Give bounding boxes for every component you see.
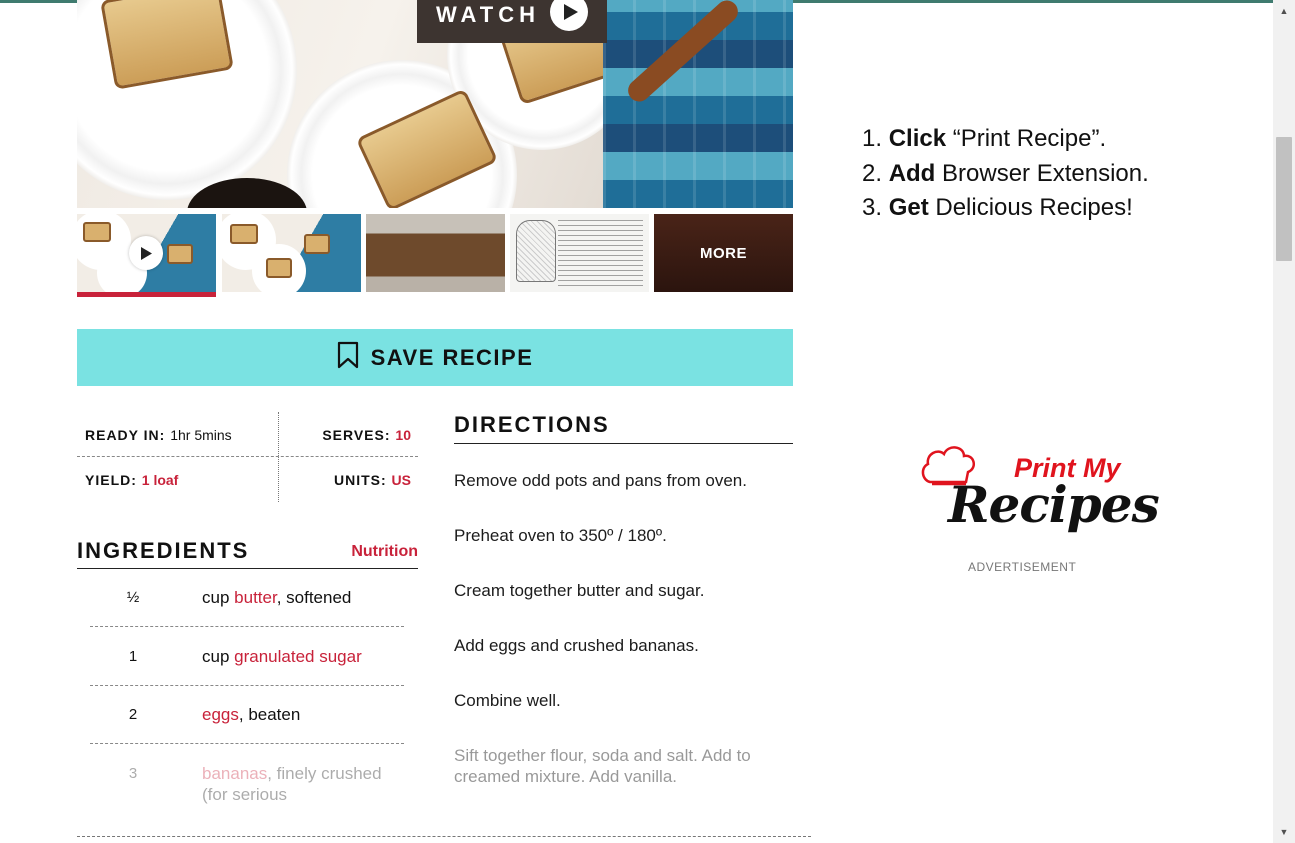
illustration-figure — [516, 220, 556, 282]
play-icon — [129, 236, 163, 270]
ingredient-row: ½ cup butter, softened — [90, 569, 404, 627]
meta-divider — [278, 412, 279, 502]
direction-step: Sift together flour, soda and salt. Add … — [454, 746, 751, 786]
active-thumbnail-indicator — [77, 292, 216, 297]
nutrition-link[interactable]: Nutrition — [351, 543, 418, 561]
ingredient-link[interactable]: granulated sugar — [234, 647, 362, 666]
photo-thumbnail-strip: MORE — [77, 214, 793, 298]
thumbnail-more[interactable]: MORE — [654, 214, 793, 292]
section-divider — [77, 836, 811, 837]
serves-value[interactable]: 10 — [395, 427, 411, 443]
bread-slice — [83, 222, 111, 242]
yield-label: YIELD: — [85, 472, 137, 488]
ingredient-link[interactable]: eggs — [202, 705, 239, 724]
ingredient-row: 3 bananas, finely crushed (for serious — [90, 745, 404, 805]
directions-header: DIRECTIONS — [454, 412, 793, 444]
ingredient-quantity: 3 — [128, 765, 138, 782]
thumbnail-photo[interactable] — [222, 214, 361, 292]
yield-info: YIELD: 1 loaf — [85, 472, 178, 488]
scroll-down-arrow-icon[interactable]: ▼ — [1273, 823, 1295, 841]
serves-info: SERVES: 10 — [322, 427, 411, 443]
ad-step-number: 3. — [862, 194, 883, 221]
ingredient-quantity: 2 — [128, 706, 138, 723]
ingredient-unit: cup — [202, 588, 230, 607]
ingredient-note: , beaten — [238, 705, 301, 724]
scrollbar-thumb[interactable] — [1276, 137, 1292, 261]
ingredient-note: , softened — [276, 588, 352, 607]
direction-step: Add eggs and crushed bananas. — [454, 636, 699, 655]
ready-in-info: READY IN: 1hr 5mins — [85, 427, 232, 443]
ad-instructions[interactable]: 1. Click “Print Recipe”. 2. Add Browser … — [862, 122, 1149, 226]
ad-step-number: 1. — [862, 125, 883, 152]
ad-step-number: 2. — [862, 159, 883, 187]
ad-step-text: Browser Extension. — [935, 159, 1149, 187]
ingredient-unit: cup — [202, 647, 230, 666]
print-my-recipes-logo[interactable]: Print My Recipes — [920, 440, 1160, 550]
ingredient-description: eggs, beaten — [202, 704, 402, 725]
ingredient-quantity: ½ — [126, 589, 140, 606]
ingredient-quantity: 1 — [128, 648, 138, 665]
ingredient-description: cup granulated sugar — [202, 646, 402, 667]
units-info: UNITS: US — [334, 472, 411, 488]
bread-slice — [167, 244, 193, 264]
ingredient-link[interactable]: bananas — [202, 764, 267, 783]
ad-step-keyword: Get — [888, 194, 929, 221]
scroll-up-arrow-icon[interactable]: ▲ — [1273, 2, 1295, 20]
thumbnail-photo[interactable] — [510, 214, 649, 292]
save-recipe-button[interactable]: SAVE RECIPE — [77, 329, 793, 386]
ready-in-label: READY IN: — [85, 427, 166, 443]
bread-slice — [304, 234, 330, 254]
direction-step: Remove odd pots and pans from oven. — [454, 471, 747, 490]
bread-slice — [266, 258, 292, 278]
more-label: MORE — [700, 244, 747, 262]
thumbnail-photo[interactable] — [366, 214, 505, 292]
ingredients-header: INGREDIENTS Nutrition — [77, 538, 418, 569]
ad-step-text: “Print Recipe”. — [946, 125, 1107, 152]
direction-step: Combine well. — [454, 691, 561, 710]
ingredient-description: bananas, finely crushed (for serious — [202, 763, 402, 805]
ingredient-row: 1 cup granulated sugar — [90, 628, 404, 686]
serves-label: SERVES: — [322, 427, 391, 443]
ad-step-text: Delicious Recipes! — [928, 194, 1133, 221]
ad-step: 3. Get Delicious Recipes! — [862, 191, 1149, 226]
save-recipe-label: SAVE RECIPE — [370, 344, 534, 370]
watch-label: WATCH — [435, 1, 541, 27]
ingredient-link[interactable]: butter — [234, 588, 277, 607]
vertical-scrollbar[interactable]: ▲ ▼ — [1273, 0, 1295, 843]
units-label: UNITS: — [333, 472, 387, 488]
ingredient-row: 2 eggs, beaten — [90, 686, 404, 744]
hero-recipe-photo[interactable]: WATCH — [77, 0, 793, 208]
ready-in-value: 1hr 5mins — [170, 427, 232, 443]
yield-value[interactable]: 1 loaf — [142, 472, 179, 488]
ad-step-keyword: Add — [888, 159, 936, 187]
units-value[interactable]: US — [392, 472, 411, 488]
directions-title: DIRECTIONS — [454, 412, 610, 437]
advertisement-label: ADVERTISEMENT — [968, 560, 1077, 574]
bread-slice — [230, 224, 258, 244]
play-icon — [550, 0, 589, 31]
logo-line-2: Recipes — [948, 475, 1160, 534]
meta-divider — [77, 456, 418, 457]
watch-video-button[interactable]: WATCH — [417, 0, 607, 43]
ingredients-title: INGREDIENTS — [77, 538, 250, 563]
direction-step: Cream together butter and sugar. — [454, 581, 705, 600]
ingredient-description: cup butter, softened — [202, 587, 402, 608]
ad-step-keyword: Click — [888, 125, 947, 152]
ad-step: 2. Add Browser Extension. — [862, 157, 1149, 192]
ad-step: 1. Click “Print Recipe”. — [862, 122, 1149, 157]
document-text-lines — [558, 220, 643, 286]
recipe-meta-table: READY IN: 1hr 5mins SERVES: 10 YIELD: 1 … — [77, 412, 418, 502]
bookmark-icon — [337, 341, 359, 374]
thumbnail-video[interactable] — [77, 214, 216, 292]
direction-step: Preheat oven to 350º / 180º. — [454, 526, 667, 545]
